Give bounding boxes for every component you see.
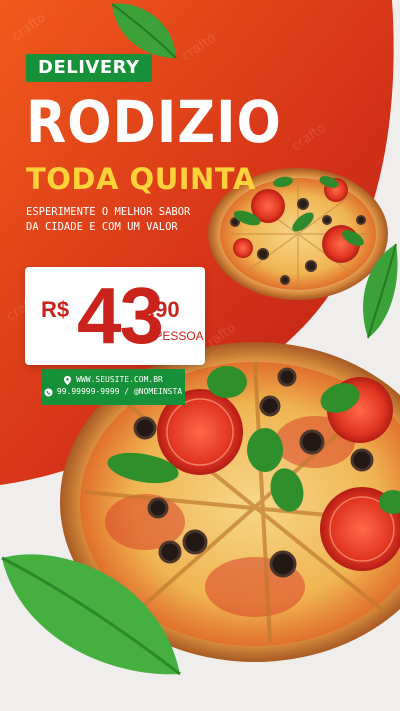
website-link[interactable]: WWW.SEUSITE.COM.BR bbox=[76, 374, 163, 386]
description: ESPERIMENTE O MELHOR SABOR DA CIDADE E C… bbox=[26, 205, 226, 235]
price-per-person: /PESSOA bbox=[151, 329, 204, 343]
phone-row: 99.99999-9999 / @NOMEINSTA bbox=[41, 386, 185, 398]
location-pin-icon bbox=[64, 375, 72, 385]
basil-leaf-icon bbox=[363, 243, 398, 339]
promo-poster: crafto crafto crafto crafto crafto craft… bbox=[0, 0, 400, 711]
description-line: ESPERIMENTE O MELHOR SABOR bbox=[26, 206, 191, 218]
basil-leaf-icon bbox=[1, 554, 181, 676]
subtitle: TODA QUINTA bbox=[26, 162, 256, 196]
price-cents: ,90 bbox=[149, 297, 180, 322]
price-card: R$ 43 ,90 /PESSOA bbox=[25, 267, 205, 365]
website-row: WWW.SEUSITE.COM.BR bbox=[41, 374, 185, 386]
description-line: DA CIDADE E COM UM VALOR bbox=[26, 221, 178, 233]
page-title: RODIZIO bbox=[26, 88, 282, 156]
whatsapp-icon bbox=[44, 387, 53, 397]
phone-social-text: 99.99999-9999 / @NOMEINSTA bbox=[56, 387, 183, 396]
price-currency: R$ bbox=[41, 297, 70, 322]
contact-box: WWW.SEUSITE.COM.BR 99.99999-9999 / @NOME… bbox=[41, 369, 185, 405]
delivery-badge: DELIVERY bbox=[26, 54, 152, 82]
